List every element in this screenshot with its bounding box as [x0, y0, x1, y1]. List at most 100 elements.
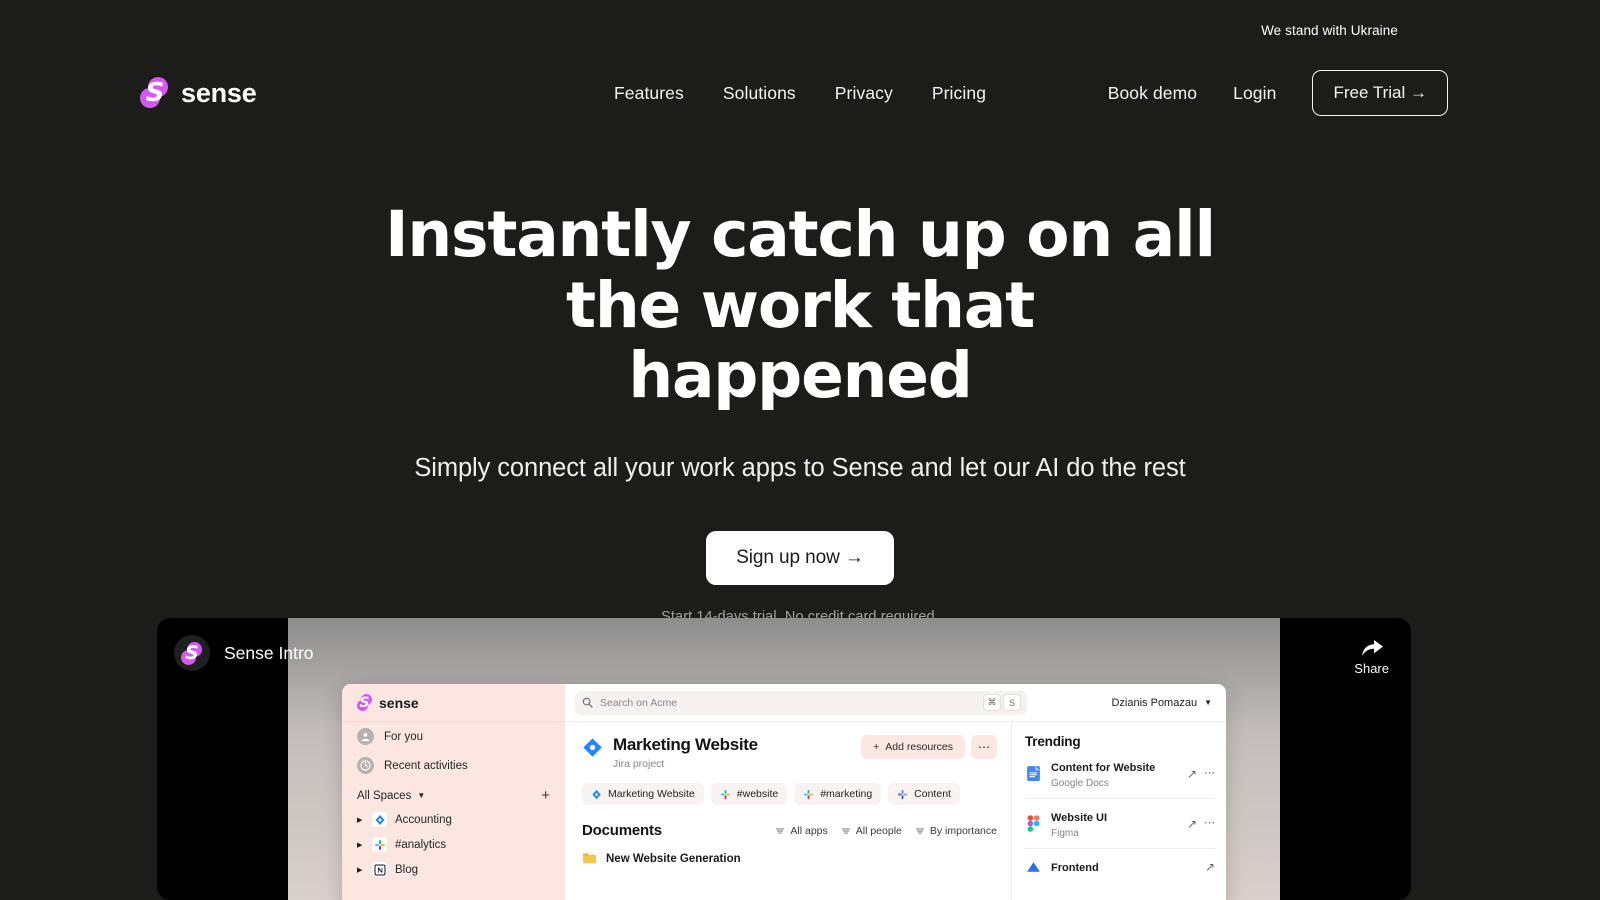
- space-label: Blog: [395, 863, 419, 876]
- trending-item-more-icon[interactable]: ⋯: [1204, 818, 1215, 829]
- book-demo-link[interactable]: Book demo: [1108, 83, 1197, 104]
- person-circle-icon: [357, 728, 374, 745]
- trending-item-source: Figma: [1051, 828, 1079, 839]
- nav-link-features[interactable]: Features: [614, 83, 684, 104]
- filter-label: All apps: [790, 824, 828, 837]
- ukraine-flag-icon: [1407, 22, 1432, 39]
- sidebar-space-blog[interactable]: ▶ Blog: [342, 857, 565, 882]
- site-header: S sense Features Solutions Privacy Prici…: [0, 62, 1600, 124]
- hero-heading: Instantly catch up on all the work that …: [385, 198, 1216, 413]
- chip-content[interactable]: Content: [888, 783, 960, 805]
- search-shortcut: ⌘ S: [984, 695, 1020, 710]
- app-sidebar-brand[interactable]: S sense: [342, 684, 565, 722]
- jira-icon: [372, 812, 387, 827]
- project-title: Marketing Website: [613, 735, 758, 754]
- caret-right-icon[interactable]: ▶: [357, 866, 364, 874]
- figma-icon: [1027, 815, 1040, 832]
- plus-icon[interactable]: +: [541, 788, 550, 803]
- header-actions: Book demo Login Free Trial →: [1108, 70, 1448, 116]
- kbd-command: ⌘: [984, 695, 1000, 710]
- search-placeholder: Search on Acme: [600, 696, 678, 709]
- clock-circle-icon: [357, 757, 374, 774]
- project-subtitle: Jira project: [613, 758, 665, 770]
- chevron-down-icon: ▼: [1204, 698, 1212, 707]
- login-link[interactable]: Login: [1233, 83, 1276, 104]
- sign-up-button[interactable]: Sign up now →: [706, 530, 894, 585]
- share-arrow-icon: [1361, 640, 1383, 656]
- chip-website[interactable]: #website: [710, 783, 788, 805]
- hero-section: Instantly catch up on all the work that …: [0, 198, 1600, 624]
- user-name: Dzianis Pomazau: [1111, 696, 1198, 709]
- chip-label: Marketing Website: [608, 788, 695, 800]
- documents-list: New Website Generation: [582, 851, 997, 866]
- caret-right-icon[interactable]: ▶: [357, 816, 364, 824]
- filter-all-people[interactable]: All people: [841, 825, 902, 837]
- nav-link-solutions[interactable]: Solutions: [723, 83, 796, 104]
- trending-title: Trending: [1025, 734, 1081, 749]
- trending-item-source: Google Docs: [1051, 778, 1109, 789]
- kbd-s: S: [1004, 695, 1020, 710]
- slack-icon: [804, 789, 814, 799]
- brand-logo[interactable]: S sense: [140, 77, 257, 109]
- add-resources-button[interactable]: + Add resources: [861, 735, 965, 759]
- sidebar-space-analytics[interactable]: ▶ #analytics: [342, 832, 565, 857]
- trending-item-website-ui[interactable]: Website UI Figma ↗ ⋯: [1025, 799, 1215, 849]
- hero-subheading: Simply connect all your work apps to Sen…: [414, 453, 1186, 482]
- chip-label: #website: [736, 788, 779, 800]
- documents-header: Documents All apps All people By importa…: [582, 822, 997, 839]
- project-more-button[interactable]: ⋯: [971, 735, 997, 759]
- search-input[interactable]: Search on Acme ⌘ S: [575, 690, 1027, 715]
- free-trial-button[interactable]: Free Trial →: [1312, 70, 1448, 116]
- chip-marketing-website[interactable]: Marketing Website: [582, 783, 704, 805]
- trending-item-name: Website UI: [1051, 812, 1108, 824]
- space-label: #analytics: [395, 838, 447, 851]
- search-icon: [582, 697, 593, 708]
- document-name: New Website Generation: [606, 852, 741, 865]
- sense-logo-icon: S: [140, 77, 170, 109]
- caret-right-icon[interactable]: ▶: [357, 841, 364, 849]
- trending-item-more-icon[interactable]: ⋯: [1204, 768, 1215, 779]
- user-menu[interactable]: Dzianis Pomazau ▼: [1111, 697, 1216, 709]
- chip-label: Content: [914, 788, 951, 800]
- open-external-icon[interactable]: ↗: [1187, 768, 1197, 780]
- filter-by-importance[interactable]: By importance: [915, 825, 997, 837]
- add-resources-label: Add resources: [885, 741, 953, 753]
- trending-item-name: Content for Website: [1051, 762, 1156, 774]
- nav-link-privacy[interactable]: Privacy: [835, 83, 893, 104]
- share-label: Share: [1354, 661, 1389, 676]
- chevron-down-icon: ▼: [417, 791, 426, 800]
- video-player[interactable]: S Sense Intro Share S sense For you Rece…: [157, 618, 1411, 900]
- share-button[interactable]: Share: [1354, 638, 1389, 676]
- chip-marketing[interactable]: #marketing: [794, 783, 882, 805]
- brand-name: sense: [181, 77, 257, 108]
- document-filters: All apps All people By importance: [775, 825, 997, 837]
- trending-item-content-for-website[interactable]: Content for Website Google Docs ↗ ⋯: [1025, 749, 1215, 799]
- resource-chips: Marketing Website #website #marketing Co…: [582, 783, 997, 805]
- document-row[interactable]: New Website Generation: [582, 851, 997, 866]
- sidebar-item-label: Recent activities: [384, 759, 468, 772]
- open-external-icon[interactable]: ↗: [1187, 818, 1197, 830]
- triangle-icon: [1027, 861, 1040, 872]
- notion-icon: [372, 862, 387, 877]
- trending-panel: Trending Content for Website Google Docs: [1011, 722, 1226, 900]
- app-sidebar: S sense For you Recent activities All Sp…: [342, 684, 565, 900]
- open-external-icon[interactable]: ↗: [1205, 861, 1215, 873]
- app-topbar: Search on Acme ⌘ S Dzianis Pomazau ▼: [565, 684, 1226, 722]
- jira-icon: [583, 738, 602, 757]
- slack-icon: [720, 789, 730, 799]
- sidebar-item-for-you[interactable]: For you: [342, 722, 565, 751]
- sidebar-item-recent-activities[interactable]: Recent activities: [342, 751, 565, 780]
- slack-icon: [898, 789, 908, 799]
- doc-icon: [582, 853, 597, 864]
- slack-icon: [372, 837, 387, 852]
- sidebar-space-accounting[interactable]: ▶ Accounting: [342, 807, 565, 832]
- ukraine-banner: We stand with Ukraine: [0, 0, 1600, 60]
- filter-all-apps[interactable]: All apps: [775, 824, 828, 837]
- project-header: Marketing Website Jira project + Add res…: [582, 735, 997, 770]
- trending-item-frontend[interactable]: Frontend ↗: [1025, 849, 1215, 885]
- app-body: Marketing Website Jira project + Add res…: [565, 722, 1226, 900]
- landing-page: We stand with Ukraine S sense Features S…: [0, 0, 1600, 900]
- sidebar-spaces-header[interactable]: All Spaces ▼ +: [342, 780, 565, 807]
- nav-link-pricing[interactable]: Pricing: [932, 83, 986, 104]
- app-sidebar-brand-name: sense: [379, 694, 419, 711]
